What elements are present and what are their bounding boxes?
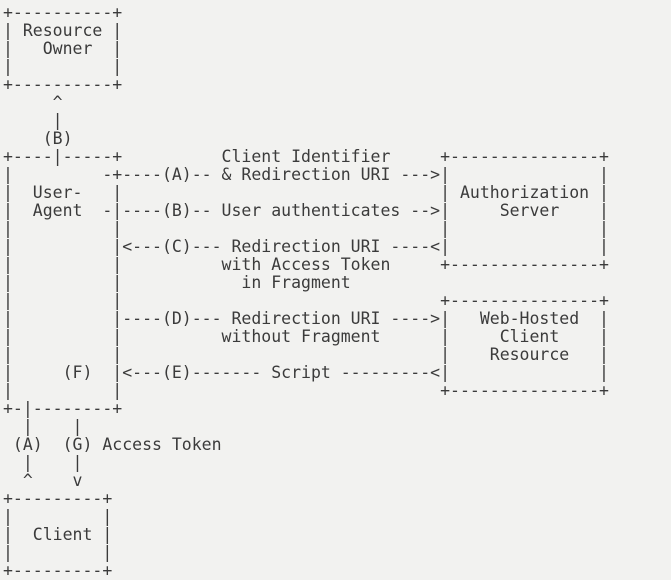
ascii-flow-diagram: +----------+ | Resource | | Owner | | | … [3,3,609,580]
